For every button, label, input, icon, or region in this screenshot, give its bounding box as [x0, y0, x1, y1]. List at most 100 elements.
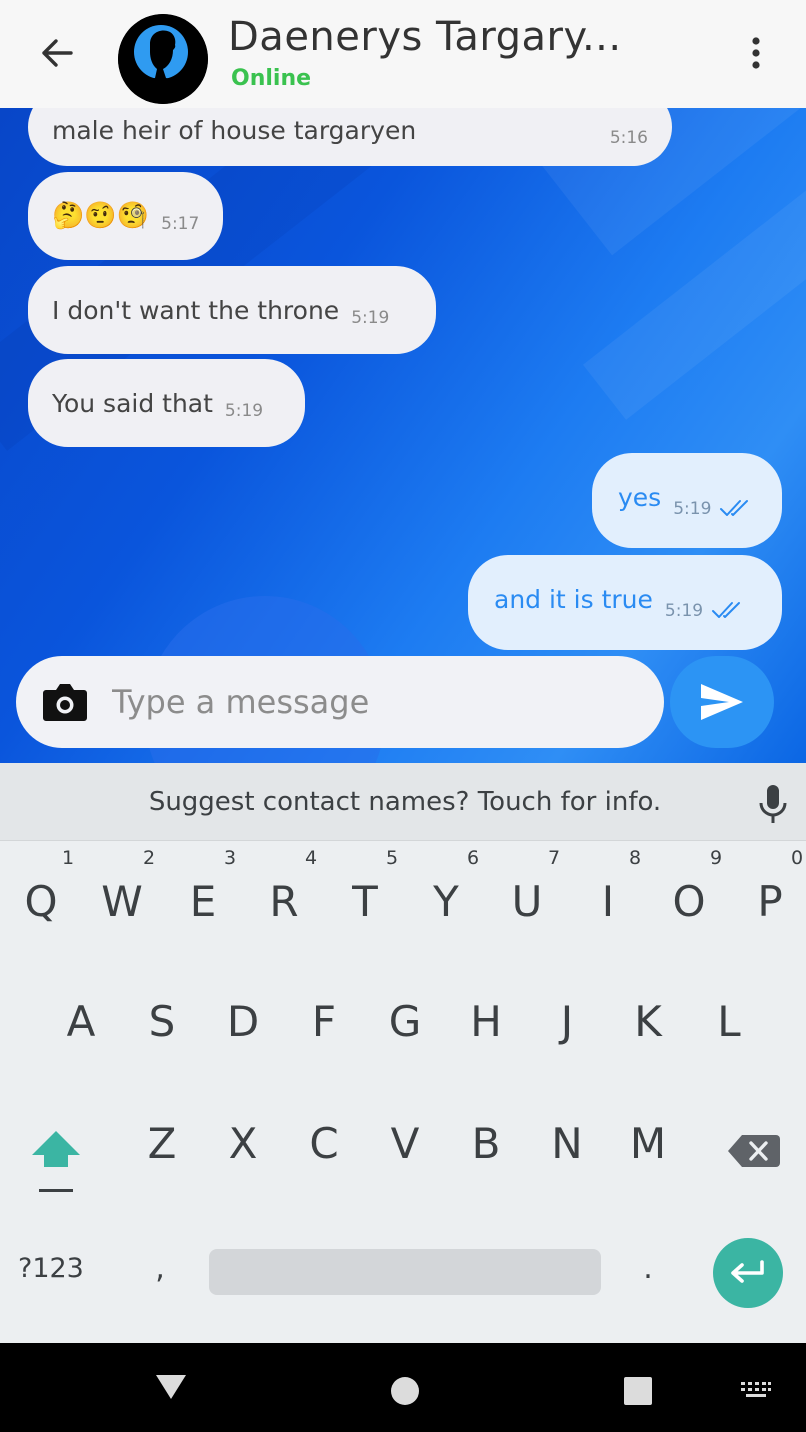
- key-label: S: [148, 997, 176, 1046]
- key-g[interactable]: G: [369, 973, 441, 1083]
- key-l[interactable]: L: [693, 973, 765, 1083]
- message-input[interactable]: [112, 676, 632, 728]
- key-number-hint: 1: [62, 847, 75, 869]
- key-u[interactable]: U7: [491, 847, 563, 963]
- message-bubble-incoming[interactable]: I don't want the throne 5:19: [28, 266, 436, 354]
- key-label: I: [601, 877, 615, 926]
- key-label: M: [629, 1119, 667, 1168]
- key-y[interactable]: Y6: [410, 847, 482, 963]
- keyboard-switch-icon: [741, 1382, 771, 1397]
- more-options-button[interactable]: [736, 30, 776, 76]
- key-i[interactable]: I8: [572, 847, 644, 963]
- backspace-icon: [728, 1135, 780, 1167]
- message-time: 5:19: [351, 308, 390, 328]
- key-label: T: [352, 877, 378, 926]
- message-bubble-outgoing[interactable]: and it is true 5:19: [468, 555, 782, 650]
- message-bubble-outgoing[interactable]: yes 5:19: [592, 453, 782, 548]
- key-label: H: [470, 997, 502, 1046]
- backspace-key[interactable]: [726, 1129, 782, 1173]
- key-n[interactable]: N: [531, 1095, 603, 1205]
- key-label: V: [390, 1119, 420, 1168]
- chat-header: Daenerys Targary... Online: [0, 0, 806, 108]
- key-a[interactable]: A: [45, 973, 117, 1083]
- keyboard-switch-button[interactable]: [740, 1381, 772, 1403]
- key-s[interactable]: S: [126, 973, 198, 1083]
- message-bubble-incoming[interactable]: male heir of house targaryen 5:16: [28, 108, 672, 166]
- message-text: I don't want the throne: [52, 295, 340, 325]
- contact-suggestion-prompt[interactable]: Suggest contact names? Touch for info.: [0, 787, 806, 817]
- key-label: A: [66, 997, 96, 1046]
- message-text: and it is true: [494, 585, 653, 614]
- key-label: L: [717, 997, 741, 1046]
- key-label: N: [551, 1119, 583, 1168]
- nav-recents-icon: [624, 1377, 652, 1405]
- shift-icon: [32, 1131, 80, 1192]
- contact-status: Online: [231, 66, 312, 91]
- camera-button[interactable]: [42, 680, 88, 722]
- key-m[interactable]: M: [612, 1095, 684, 1205]
- message-time: 5:19: [224, 401, 264, 421]
- key-r[interactable]: R4: [248, 847, 320, 963]
- key-label: J: [560, 997, 574, 1046]
- key-c[interactable]: C: [288, 1095, 360, 1205]
- key-label: Y: [433, 877, 459, 926]
- suggestion-strip: Suggest contact names? Touch for info.: [0, 763, 806, 841]
- key-number-hint: 8: [629, 847, 642, 869]
- enter-key[interactable]: [713, 1238, 783, 1308]
- message-time: 5:16: [609, 128, 648, 148]
- key-h[interactable]: H: [450, 973, 522, 1083]
- message-time: 5:19: [664, 600, 704, 621]
- contact-avatar[interactable]: [118, 14, 208, 104]
- period-key[interactable]: .: [628, 1251, 668, 1301]
- message-bubble-incoming[interactable]: 🤔🤨🧐 5:17: [28, 172, 223, 260]
- shift-key[interactable]: [28, 1127, 84, 1197]
- nav-back-icon: [156, 1375, 186, 1399]
- key-k[interactable]: K: [612, 973, 684, 1083]
- key-x[interactable]: X: [207, 1095, 279, 1205]
- key-label: D: [226, 997, 260, 1046]
- key-label: X: [228, 1119, 258, 1168]
- key-label: W: [101, 877, 143, 926]
- voice-input-button[interactable]: [756, 783, 790, 827]
- avatar-silhouette-icon: [118, 14, 208, 104]
- back-button[interactable]: [30, 30, 84, 76]
- contact-name[interactable]: Daenerys Targary...: [228, 14, 622, 60]
- soft-keyboard: Suggest contact names? Touch for info. Q…: [0, 763, 806, 1343]
- double-check-icon: [711, 601, 743, 619]
- message-composer: [16, 656, 664, 748]
- message-text: 🤔🤨🧐: [52, 201, 150, 231]
- key-t[interactable]: T5: [329, 847, 401, 963]
- key-label: K: [634, 997, 662, 1046]
- key-label: Q: [24, 877, 58, 926]
- key-w[interactable]: W2: [86, 847, 158, 963]
- key-number-hint: 3: [224, 847, 237, 869]
- send-button[interactable]: [670, 656, 774, 748]
- key-q[interactable]: Q1: [5, 847, 77, 963]
- key-d[interactable]: D: [207, 973, 279, 1083]
- nav-home-button[interactable]: [390, 1376, 420, 1410]
- key-j[interactable]: J: [531, 973, 603, 1083]
- space-key[interactable]: [209, 1249, 601, 1295]
- message-text: male heir of house targaryen: [52, 115, 417, 145]
- comma-key[interactable]: ,: [140, 1251, 180, 1301]
- key-p[interactable]: P0: [734, 847, 806, 963]
- key-label: O: [672, 877, 706, 926]
- key-f[interactable]: F: [288, 973, 360, 1083]
- double-check-icon: [719, 499, 751, 517]
- key-number-hint: 6: [467, 847, 480, 869]
- message-time: 5:19: [673, 498, 712, 519]
- arrow-left-icon: [42, 39, 73, 67]
- symbols-key[interactable]: ?123: [18, 1253, 108, 1293]
- key-b[interactable]: B: [450, 1095, 522, 1205]
- microphone-icon: [759, 785, 787, 823]
- nav-back-button[interactable]: [154, 1373, 188, 1405]
- key-o[interactable]: O9: [653, 847, 725, 963]
- camera-icon: [43, 684, 87, 721]
- key-v[interactable]: V: [369, 1095, 441, 1205]
- key-label: F: [311, 997, 337, 1046]
- key-label: E: [189, 877, 217, 926]
- key-z[interactable]: Z: [126, 1095, 198, 1205]
- message-bubble-incoming[interactable]: You said that 5:19: [28, 359, 305, 447]
- nav-recents-button[interactable]: [623, 1376, 653, 1410]
- key-e[interactable]: E3: [167, 847, 239, 963]
